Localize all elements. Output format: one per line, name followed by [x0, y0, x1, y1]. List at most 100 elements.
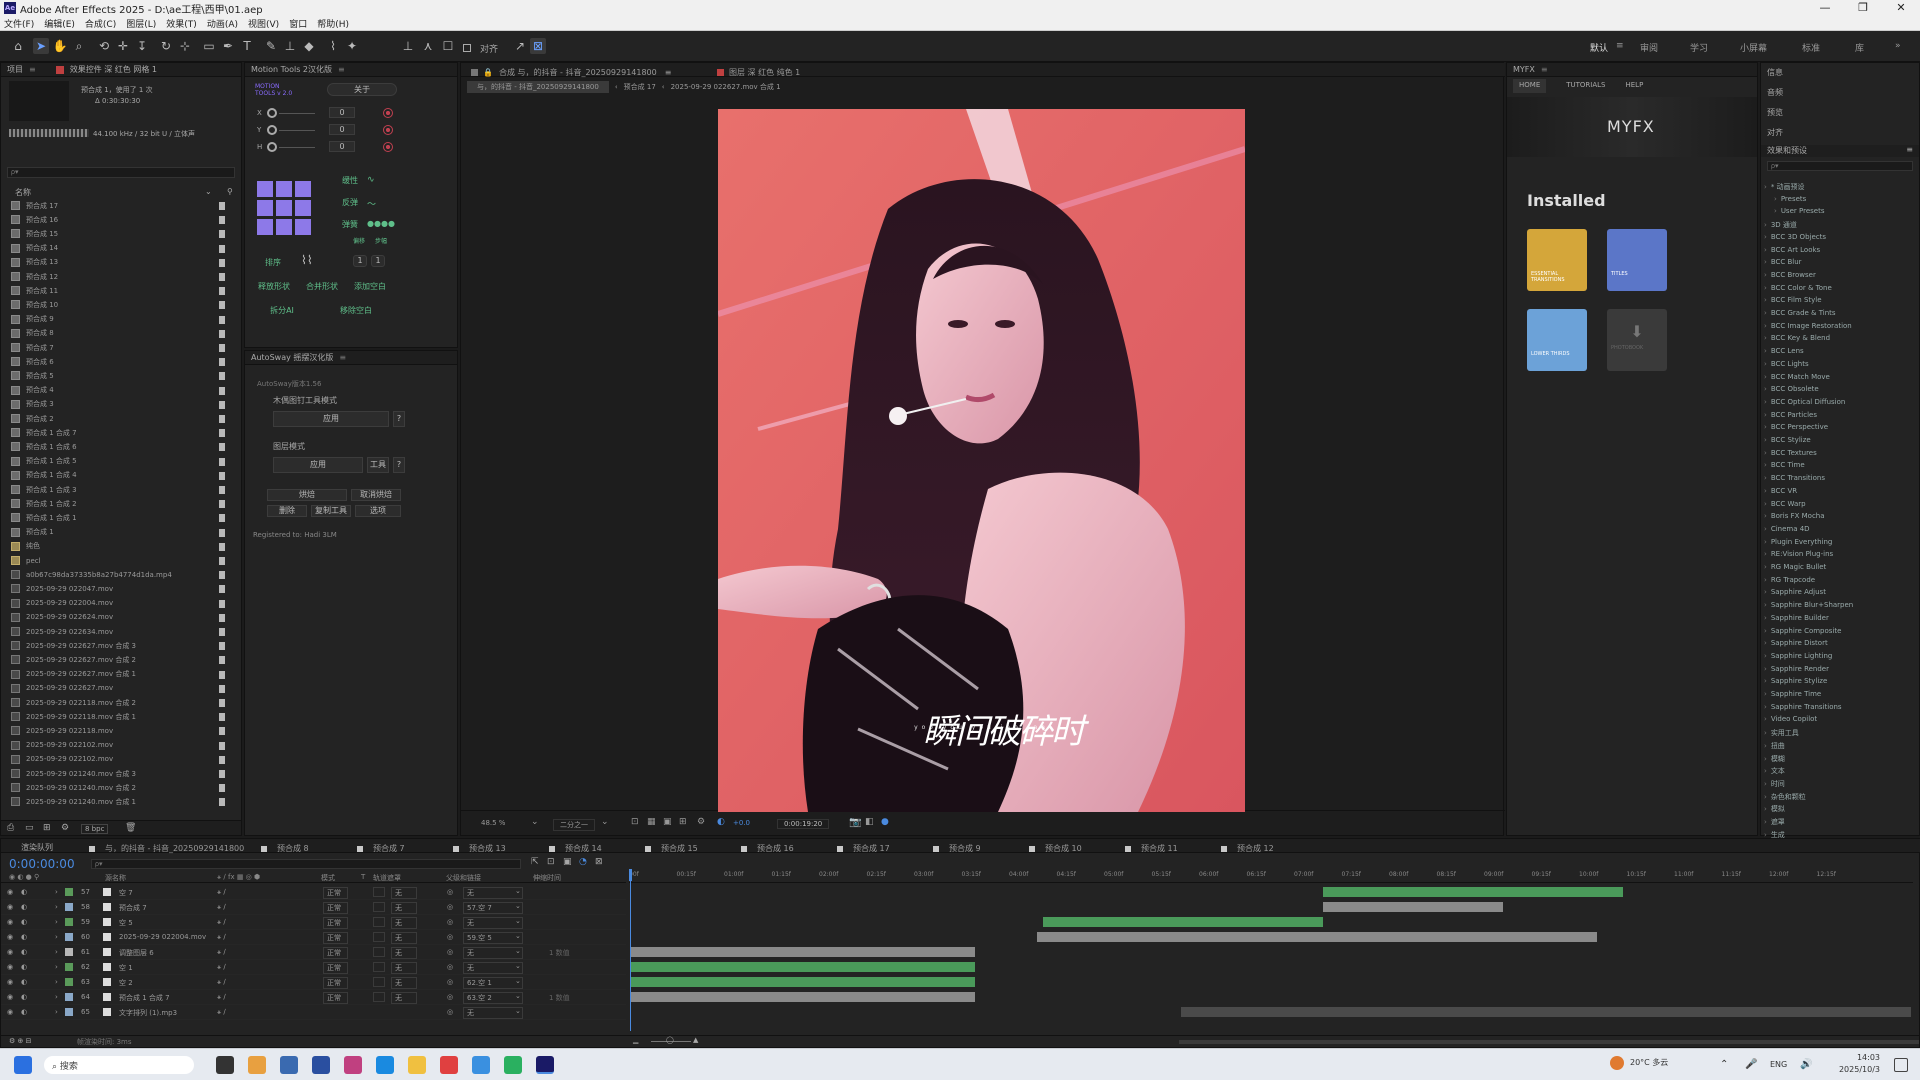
effect-category[interactable]: User Presets: [1774, 207, 1825, 215]
snap-options-icon[interactable]: ↗: [512, 38, 528, 54]
label-color-swatch[interactable]: [219, 471, 225, 480]
pickwhip-icon[interactable]: ◎: [447, 1008, 453, 1016]
effect-category[interactable]: Sapphire Distort: [1764, 639, 1828, 647]
rotate-tool-icon[interactable]: ↻: [158, 38, 174, 54]
stretch-value[interactable]: 1 数值: [549, 948, 570, 958]
keyframe-icon[interactable]: [383, 142, 393, 152]
label-color-swatch[interactable]: [219, 429, 225, 438]
parent-chevron-down-icon[interactable]: ⌄: [515, 962, 521, 970]
track-matte-dropdown[interactable]: 无: [391, 992, 417, 1004]
label-color-swatch[interactable]: [219, 344, 225, 352]
add-null-button[interactable]: 添加空白: [349, 281, 391, 292]
parent-chevron-down-icon[interactable]: ⌄: [515, 902, 521, 910]
blend-mode-dropdown[interactable]: 正常: [323, 992, 348, 1004]
blend-mode-dropdown[interactable]: 正常: [323, 932, 348, 944]
track-matte-dropdown[interactable]: 无: [391, 977, 417, 989]
menu-view[interactable]: 视图(V): [248, 17, 279, 30]
parent-chevron-down-icon[interactable]: ⌄: [515, 992, 521, 1000]
comp-flowchart-icon[interactable]: ⇱: [531, 857, 539, 867]
offset-input[interactable]: 1: [353, 255, 367, 267]
project-item[interactable]: 2025-09-29 022627.mov 合成 1: [11, 668, 136, 681]
project-item[interactable]: 2025-09-29 021240.mov 合成 1: [11, 795, 136, 808]
label-color-swatch[interactable]: [219, 755, 225, 764]
app-icon-k[interactable]: [472, 1056, 490, 1074]
eye-visibility-icon[interactable]: ◉: [7, 978, 13, 986]
label-color-swatch[interactable]: [219, 684, 225, 693]
sort-chevron-down-icon[interactable]: ⌄: [205, 187, 212, 196]
viewer-layer-tab[interactable]: 图层 深 红色 纯色 1: [717, 67, 800, 78]
layer-name[interactable]: 文字排列 (1).mp3: [119, 1008, 177, 1018]
effect-category[interactable]: BCC Grade & Tints: [1764, 309, 1836, 317]
copy-tool-button[interactable]: 复制工具: [311, 505, 351, 517]
effect-category[interactable]: Sapphire Blur+Sharpen: [1764, 601, 1853, 609]
track-matte-checkbox[interactable]: [373, 917, 385, 927]
expand-chevron-icon[interactable]: ›: [55, 993, 58, 1001]
keyframe-icon[interactable]: [383, 125, 393, 135]
file-explorer-icon[interactable]: [408, 1056, 426, 1074]
eye-visibility-icon[interactable]: ◉: [7, 993, 13, 1001]
layer-label-color[interactable]: [65, 978, 73, 986]
effect-category[interactable]: BCC Lights: [1764, 360, 1809, 368]
comp-tab[interactable]: 与，的抖音 - 抖音_20250929141800: [89, 843, 244, 854]
blend-mode-dropdown[interactable]: 正常: [323, 947, 348, 959]
workspace-overflow-icon[interactable]: »: [1895, 41, 1901, 51]
timeline-scrollbar[interactable]: [1179, 1040, 1919, 1044]
eraser-icon[interactable]: ◆: [301, 38, 317, 54]
parent-dropdown[interactable]: 62.空 1: [463, 977, 523, 989]
project-item[interactable]: 预合成 1 合成 3: [11, 483, 77, 496]
effect-category[interactable]: BCC Perspective: [1764, 423, 1828, 431]
slider-knob[interactable]: [267, 125, 277, 135]
parent-chevron-down-icon[interactable]: ⌄: [515, 977, 521, 985]
show-snapshot-icon[interactable]: ◧: [865, 817, 874, 827]
col-mode[interactable]: 模式: [321, 873, 335, 883]
close-tab-icon[interactable]: [741, 845, 747, 852]
current-time-display[interactable]: 0:00:19:20: [777, 819, 830, 829]
effect-category[interactable]: BCC Particles: [1764, 411, 1817, 419]
clock-date[interactable]: 2025/10/3: [1830, 1065, 1880, 1074]
sequence-stairs-icon[interactable]: ⌇⌇: [301, 253, 313, 267]
layer-duration-bar[interactable]: [1181, 1007, 1911, 1017]
effect-category[interactable]: Sapphire Transitions: [1764, 703, 1842, 711]
resolution-chevron-down-icon[interactable]: ⌄: [601, 817, 609, 827]
bit-depth-button[interactable]: 8 bpc: [81, 824, 109, 834]
close-tab-icon[interactable]: [89, 845, 95, 852]
comp-tab[interactable]: 预合成 11: [1125, 843, 1178, 854]
parent-chevron-down-icon[interactable]: ⌄: [515, 917, 521, 925]
project-item[interactable]: 预合成 12: [11, 270, 58, 283]
project-item[interactable]: 2025-09-29 022627.mov 合成 3: [11, 639, 136, 652]
project-item[interactable]: a0b67c98da37335b8a27b4774d1da.mp4: [11, 568, 172, 581]
new-composition-icon[interactable]: ⊞: [43, 823, 51, 833]
edge-browser-icon[interactable]: [376, 1056, 394, 1074]
label-color-swatch[interactable]: [219, 642, 225, 651]
layer-duration-bar[interactable]: [1323, 902, 1503, 912]
zoom-tool-icon[interactable]: ⌕: [71, 38, 87, 54]
workspace-small-screen[interactable]: 小屏幕: [1740, 41, 1767, 54]
layer-duration-bar[interactable]: [631, 977, 975, 987]
menu-help[interactable]: 帮助(H): [317, 17, 349, 30]
close-tab-icon[interactable]: [357, 845, 363, 852]
parent-dropdown[interactable]: 无: [463, 887, 523, 899]
pickwhip-icon[interactable]: ◎: [447, 993, 453, 1001]
label-color-swatch[interactable]: [219, 613, 225, 622]
close-tab-icon[interactable]: [645, 845, 651, 852]
slider-track[interactable]: [279, 147, 315, 148]
comp-tab[interactable]: 预合成 7: [357, 843, 405, 854]
timeline-layer-row[interactable]: ◉ ◐ › 61 调整图层 6 ⚹ ∕ 正常无 ◎ 无 ⌄ 1 数值: [1, 945, 626, 960]
timeline-layer-row[interactable]: ◉ ◐ › 64 预合成 1 合成 7 ⚹ ∕ 正常 无 ◎ 63.空 2 ⌄ 1 数值: [1, 990, 626, 1005]
project-item[interactable]: 2025-09-29 022634.mov: [11, 625, 113, 638]
audio-toggle-icon[interactable]: ◐: [21, 948, 27, 956]
effect-category[interactable]: BCC Obsolete: [1764, 385, 1819, 393]
track-matte-checkbox[interactable]: [373, 902, 385, 912]
parent-dropdown[interactable]: 63.空 2: [463, 992, 523, 1004]
merge-shapes-button[interactable]: 合并形状: [301, 281, 343, 292]
project-search-input[interactable]: [7, 167, 235, 178]
expand-chevron-icon[interactable]: ›: [55, 918, 58, 926]
comp-tab[interactable]: 预合成 8: [261, 843, 309, 854]
label-color-swatch[interactable]: [219, 670, 225, 679]
project-item[interactable]: 2025-09-29 022627.mov: [11, 682, 113, 695]
effect-category[interactable]: 3D 通道: [1764, 220, 1797, 230]
anchor-tool-icon[interactable]: ⊹: [177, 38, 193, 54]
anchor-bottom[interactable]: [276, 219, 292, 235]
pickwhip-icon[interactable]: ◎: [447, 933, 453, 941]
timeline-timecode[interactable]: 0:00:00:00: [9, 857, 75, 871]
